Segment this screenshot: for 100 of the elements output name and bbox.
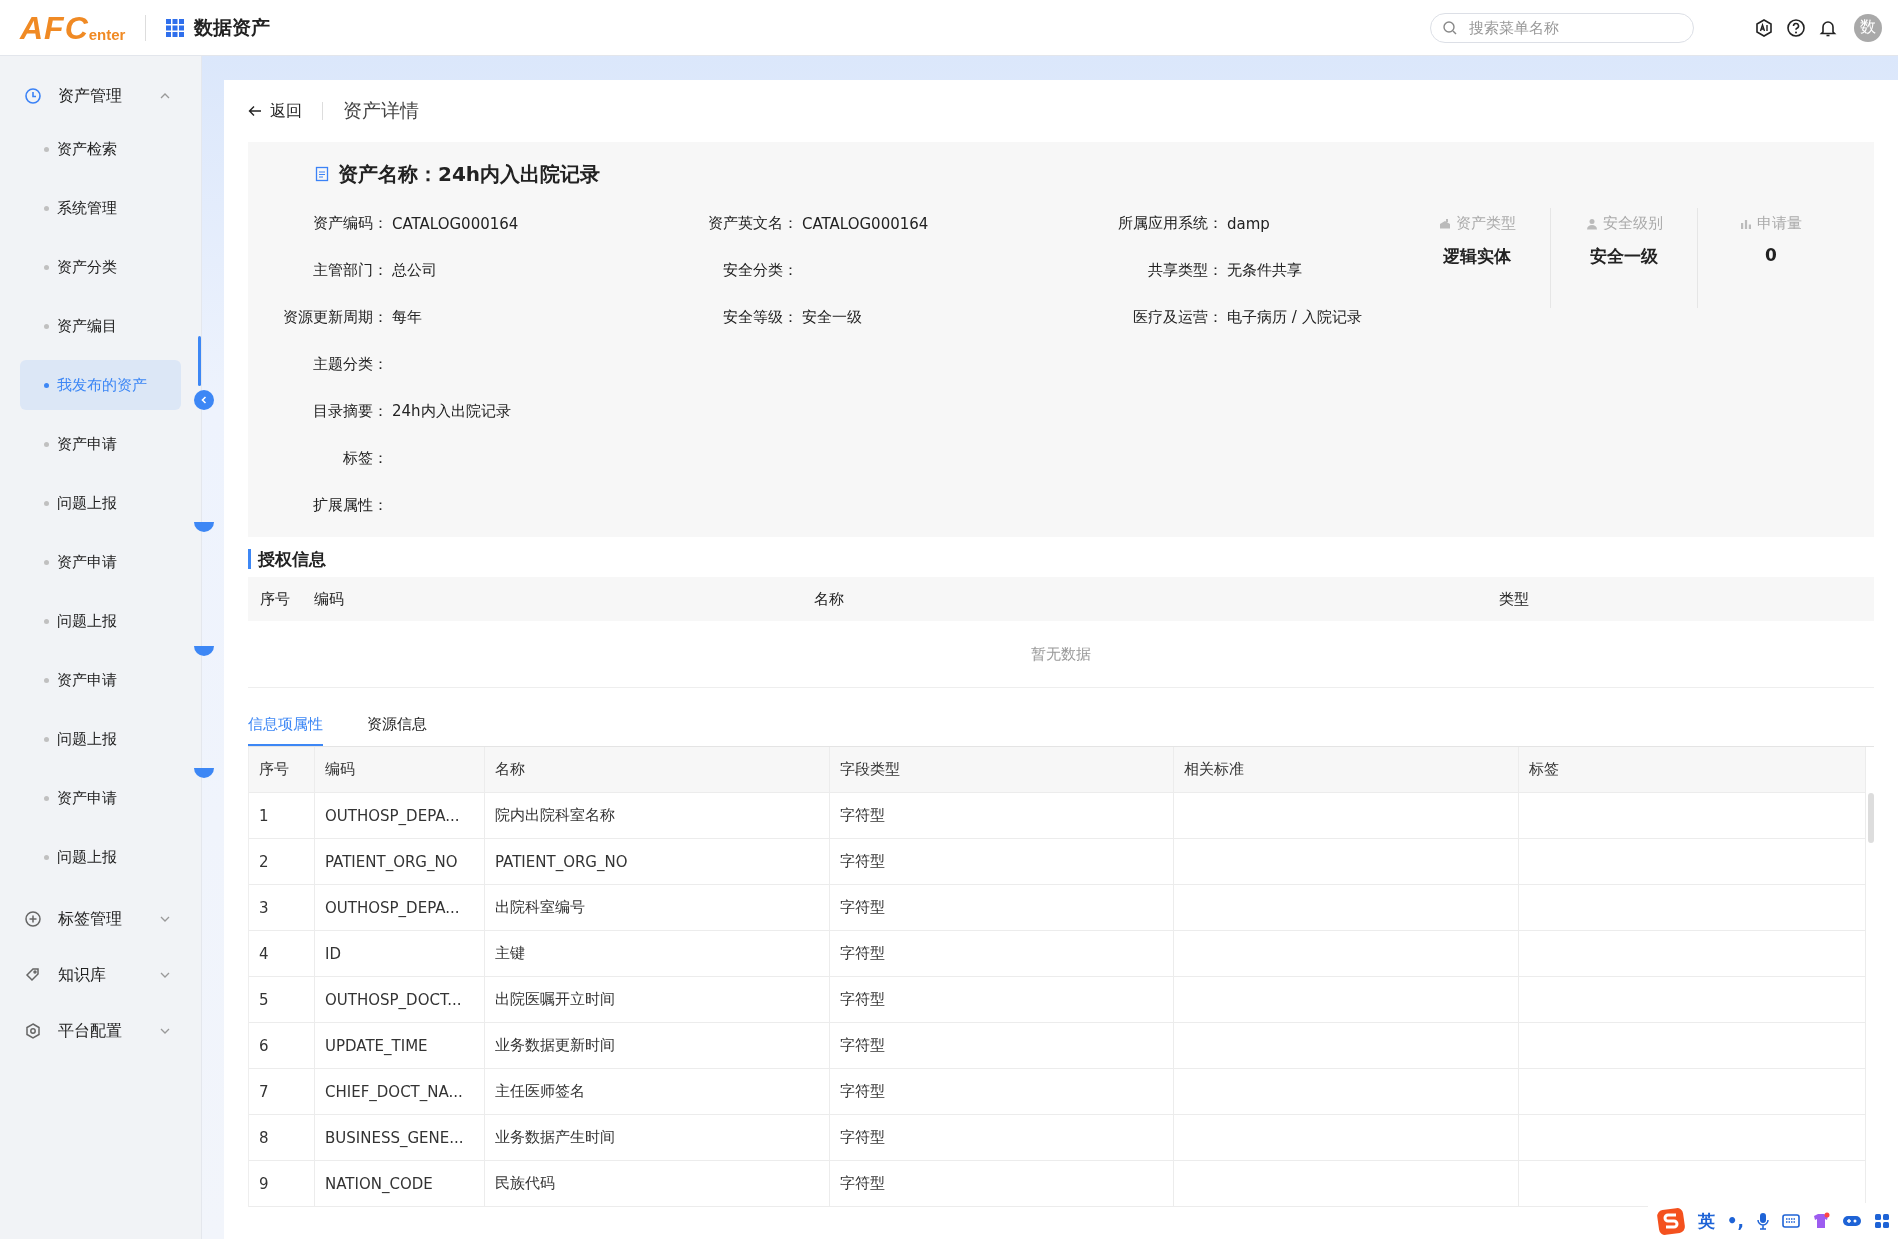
table-cell: 字符型 [840,852,885,871]
menu-item[interactable]: 资产申请 [20,655,181,705]
table-cell: 主键 [495,944,525,963]
plus-circle-icon [24,910,42,928]
bar-chart-icon [1740,217,1752,230]
arrow-left-icon [248,105,262,117]
table-cell: NATION_CODE [325,1174,433,1193]
table-cell: 9 [259,1174,269,1193]
stat-value: 逻辑实体 [1443,245,1511,268]
field-label: 资产英文名： [707,214,798,233]
menu-item[interactable]: 资产申请 [20,537,181,587]
field-label: 主题分类： [312,355,388,374]
stat-value: 安全一级 [1590,245,1658,268]
column-header: 类型 [1499,589,1529,609]
tab[interactable]: 资源信息 [367,715,427,746]
menu-item[interactable]: 资产申请 [20,419,181,469]
field-label: 医疗及运营： [1132,308,1223,327]
menu-group[interactable]: 知识库 [0,947,201,1003]
stat-label: 资产类型 [1455,214,1516,233]
table-cell: 3 [259,898,269,917]
logo: AFCenter [20,11,126,44]
apps-icon[interactable] [1874,1213,1890,1229]
clock-icon [24,87,42,105]
field-label: 目录摘要： [312,402,388,421]
microphone-icon[interactable] [1756,1212,1770,1230]
field-label: 主管部门： [312,261,388,280]
table-cell: 院内出院科室名称 [495,806,615,825]
table-cell: 字符型 [840,806,885,825]
table-cell: 字符型 [840,898,885,917]
tag-icon [24,966,42,984]
field-value: 总公司 [392,261,437,279]
table-cell: 字符型 [840,944,885,963]
table-cell: 字符型 [840,1174,885,1193]
field-value: 电子病历 / 入院记录 [1227,308,1362,326]
field-label: 标签： [342,449,388,468]
menu-item[interactable]: 问题上报 [20,714,181,764]
column-header: 相关标准 [1174,747,1519,792]
ime-punctuation[interactable]: •, [1726,1211,1744,1231]
column-header: 序号 [259,589,291,609]
table-cell: OUTHOSP_DOCT... [325,990,462,1009]
menu-item[interactable]: 资产编目 [20,301,181,351]
shirt-icon[interactable] [1812,1212,1830,1230]
field-value: damp [1227,214,1270,233]
table-cell: 6 [259,1036,269,1055]
user-icon [1585,217,1598,230]
table-cell: 1 [259,806,269,825]
column-header: 名称 [485,747,830,792]
menu-group[interactable]: 资产管理 [0,68,201,124]
menu-item[interactable]: 问题上报 [20,832,181,882]
table-cell: 业务数据更新时间 [495,1036,615,1055]
table-cell: 7 [259,1082,269,1101]
search-icon [1442,19,1458,36]
table-cell: 4 [259,944,269,963]
collapse-button[interactable] [194,390,214,410]
column-header: 编码 [314,589,345,609]
table-cell: PATIENT_ORG_NO [325,852,458,871]
table-cell: BUSINESS_GENE... [325,1128,464,1147]
ime-language[interactable]: 英 [1697,1209,1715,1233]
table-cell: OUTHOSP_DEPA... [325,806,460,825]
app-title: 数据资产 [194,14,271,40]
section-title: 授权信息 [248,549,1874,569]
field-label: 共享类型： [1147,261,1223,280]
keyboard-icon[interactable] [1782,1214,1800,1228]
ai-icon[interactable] [1754,17,1774,38]
back-button[interactable]: 返回 [248,100,302,122]
stat-label: 申请量 [1757,214,1802,233]
menu-item[interactable]: 系统管理 [20,183,181,233]
field-value: 无条件共享 [1227,261,1302,279]
table-cell: 5 [259,990,269,1009]
field-label: 扩展属性： [312,496,388,515]
stat-value: 0 [1765,245,1777,265]
table-cell: 字符型 [840,990,885,1009]
table-cell: 字符型 [840,1128,885,1147]
menu-item[interactable]: 资产分类 [20,242,181,292]
field-value: 每年 [392,308,422,326]
menu-item[interactable]: 问题上报 [20,596,181,646]
menu-item[interactable]: 问题上报 [20,478,181,528]
menu-group[interactable]: 标签管理 [0,891,201,947]
menu-group[interactable]: 平台配置 [0,1003,201,1059]
search-field[interactable]: 搜索菜单名称 [1430,12,1694,43]
apps-grid-icon[interactable] [166,18,185,37]
menu-item[interactable]: 资产检索 [20,124,181,174]
table-cell: ID [325,944,341,963]
table-cell: 2 [259,852,269,871]
gamepad-icon[interactable] [1842,1214,1862,1228]
table-cell: CHIEF_DOCT_NA... [325,1082,463,1101]
scroll-indicator [198,336,201,386]
field-label: 资源更新周期： [282,308,388,327]
table-cell: 主任医师签名 [495,1082,585,1101]
hexagon-icon [24,1022,42,1040]
column-header: 字段类型 [830,747,1174,792]
menu-item[interactable]: 资产申请 [20,773,181,823]
scrollbar[interactable] [1868,793,1874,843]
table-cell: 字符型 [840,1036,885,1055]
table-cell: OUTHOSP_DEPA... [325,898,460,917]
column-header: 标签 [1519,747,1866,792]
table-cell: PATIENT_ORG_NO [495,852,628,871]
document-icon [314,166,330,182]
field-label: 所属应用系统： [1117,214,1223,233]
help-icon[interactable] [1786,17,1806,38]
